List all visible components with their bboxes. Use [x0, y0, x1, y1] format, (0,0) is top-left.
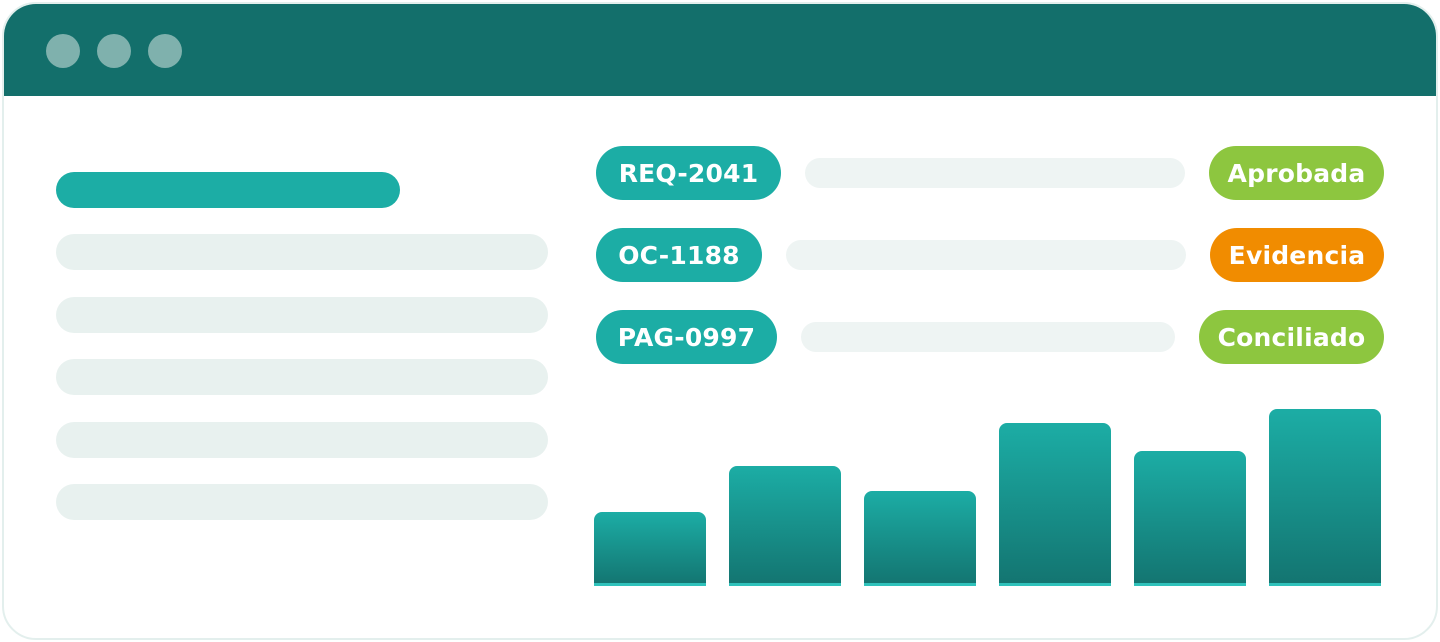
sidebar-line-placeholder: [56, 359, 548, 395]
chart-bar: [864, 491, 976, 586]
chart-bar: [999, 423, 1111, 586]
status-badge[interactable]: Conciliado: [1199, 310, 1384, 364]
sidebar-heading-placeholder: [56, 172, 400, 208]
bar-chart: [594, 396, 1386, 586]
sidebar-line-placeholder: [56, 297, 548, 333]
title-bar: [4, 4, 1436, 96]
record-progress-track: [801, 322, 1175, 352]
sidebar-line-placeholder: [56, 234, 548, 270]
window-maximize-dot[interactable]: [148, 34, 182, 68]
record-progress-track: [805, 158, 1185, 188]
record-progress-track: [786, 240, 1186, 270]
record-id-badge[interactable]: OC-1188: [596, 228, 762, 282]
sidebar-line-placeholder: [56, 484, 548, 520]
chart-bar: [1269, 409, 1381, 586]
sidebar-line-placeholder: [56, 422, 548, 458]
status-badge[interactable]: Aprobada: [1209, 146, 1384, 200]
chart-bar: [729, 466, 841, 586]
record-id-badge[interactable]: REQ-2041: [596, 146, 781, 200]
chart-bar: [1134, 451, 1246, 586]
window-close-dot[interactable]: [46, 34, 80, 68]
record-id-badge[interactable]: PAG-0997: [596, 310, 777, 364]
window-minimize-dot[interactable]: [97, 34, 131, 68]
chart-bar: [594, 512, 706, 586]
status-badge[interactable]: Evidencia: [1210, 228, 1384, 282]
